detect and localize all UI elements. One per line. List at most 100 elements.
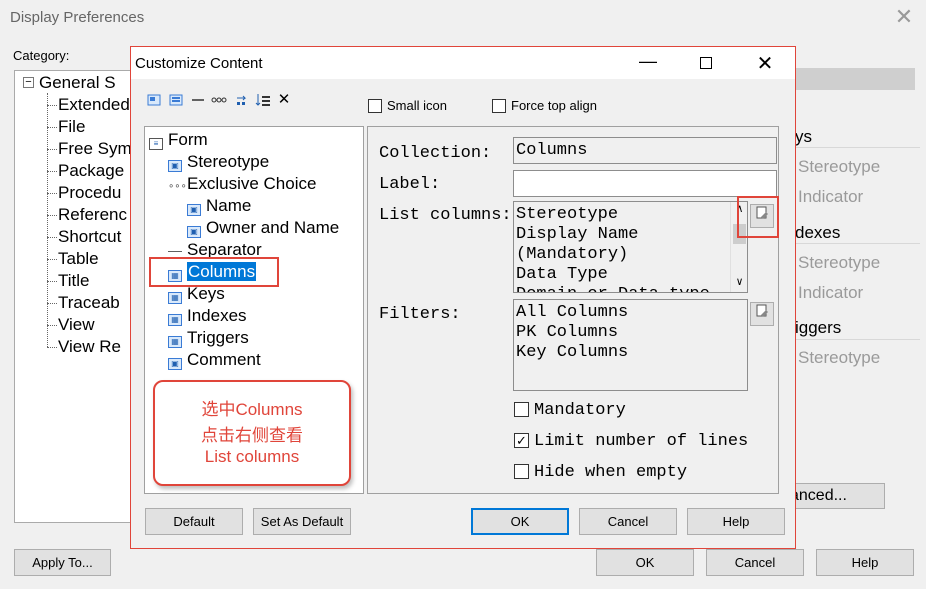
- tree-item[interactable]: Title: [58, 271, 90, 291]
- collection-field: Columns: [513, 137, 777, 164]
- tree-branch: [47, 347, 57, 348]
- add-item-icon[interactable]: [147, 93, 161, 107]
- field-keys-stereotype: Stereotype: [798, 157, 881, 176]
- divider: [795, 243, 920, 244]
- list-item[interactable]: Key Columns: [516, 343, 628, 363]
- attribute-icon: ▣: [168, 160, 182, 172]
- tree-item[interactable]: View Re: [58, 337, 121, 357]
- filters-list[interactable]: All Columns PK Columns Key Columns: [513, 299, 748, 391]
- tree-item-comment[interactable]: ▣ Comment: [168, 350, 261, 370]
- tree-branch: [47, 149, 57, 150]
- tree-item[interactable]: View: [58, 315, 95, 335]
- small-icon-checkbox[interactable]: [368, 99, 382, 113]
- tree-item[interactable]: Procedu: [58, 183, 121, 203]
- attribute-icon: ▣: [187, 204, 201, 216]
- tree-branch: [47, 105, 57, 106]
- divider: [795, 147, 920, 148]
- tree-item[interactable]: Shortcut: [58, 227, 121, 247]
- list-item[interactable]: (Mandatory): [516, 245, 628, 265]
- filters-label: Filters:: [379, 305, 461, 324]
- tree-item[interactable]: Package: [58, 161, 124, 181]
- choice-icon[interactable]: [211, 93, 227, 107]
- callout-text: 点击右侧查看: [201, 426, 303, 445]
- list-columns-list[interactable]: Stereotype Display Name (Mandatory) Data…: [513, 201, 748, 293]
- edit-icon: [756, 304, 768, 317]
- scroll-down-icon[interactable]: ∨: [731, 275, 747, 292]
- label-input[interactable]: [513, 170, 777, 197]
- move-icon[interactable]: [235, 93, 249, 107]
- edit-button-highlight-box: [737, 196, 779, 238]
- outer-content-panel: ys Stereotype Indicator dexes Stereotype…: [795, 123, 923, 523]
- tree-item-stereotype[interactable]: ▣ Stereotype: [168, 152, 269, 172]
- default-button[interactable]: Default: [145, 508, 243, 535]
- list-item[interactable]: PK Columns: [516, 323, 618, 343]
- list-item[interactable]: Data Type: [516, 265, 608, 285]
- force-top-align-checkbox[interactable]: [492, 99, 506, 113]
- collection-label: Collection:: [379, 144, 492, 163]
- limit-lines-checkbox[interactable]: ✓: [514, 433, 529, 448]
- customize-content-dialog: Customize Content — ✕ ✕ Small icon Force…: [130, 46, 796, 549]
- tree-item-owner-and-name[interactable]: ▣ Owner and Name: [187, 218, 339, 238]
- mandatory-checkbox[interactable]: [514, 402, 529, 417]
- choice-icon: ∘∘∘: [168, 181, 187, 192]
- sort-icon[interactable]: [255, 93, 270, 107]
- content-toolbar: ✕: [147, 92, 317, 111]
- tree-item-name[interactable]: ▣ Name: [187, 196, 251, 216]
- label-label: Label:: [379, 175, 441, 194]
- tree-item[interactable]: Free Sym: [58, 139, 132, 159]
- collapse-icon[interactable]: −: [23, 77, 34, 88]
- tree-branch: [47, 193, 57, 194]
- tree-branch: [47, 215, 57, 216]
- close-icon[interactable]: ✕: [893, 6, 915, 28]
- tree-item[interactable]: Traceab: [58, 293, 120, 313]
- content-tree[interactable]: ≡ Form ▣ Stereotype ∘∘∘Exclusive Choice ▣ N…: [144, 126, 364, 494]
- tree-item[interactable]: Extended: [58, 95, 130, 115]
- dialog-title: Customize Content: [135, 55, 263, 72]
- tree-branch: [47, 237, 57, 238]
- tree-item[interactable]: Table: [58, 249, 99, 269]
- tree-branch: [47, 303, 57, 304]
- close-icon[interactable]: ✕: [754, 51, 776, 76]
- tree-branch: [47, 127, 57, 128]
- tree-item-general[interactable]: General S: [39, 73, 116, 93]
- section-header-indexes: dexes: [795, 223, 841, 242]
- section-header-triggers: iggers: [795, 318, 842, 337]
- list-item[interactable]: Stereotype: [516, 205, 618, 225]
- tree-item[interactable]: File: [58, 117, 85, 137]
- tree-item-label: Exclusive Choice: [187, 174, 317, 193]
- maximize-icon[interactable]: [700, 57, 712, 69]
- add-group-icon[interactable]: [169, 93, 183, 107]
- tree-item-triggers[interactable]: ▦ Triggers: [168, 328, 249, 348]
- dialog-titlebar: Customize Content — ✕: [131, 47, 795, 79]
- tree-item-keys[interactable]: ▦ Keys: [168, 284, 225, 304]
- form-icon: ≡: [149, 138, 163, 150]
- category-label: Category:: [13, 48, 70, 63]
- tree-item[interactable]: Referenc: [58, 205, 127, 225]
- minimize-icon[interactable]: —: [638, 51, 658, 72]
- tree-item-label: Comment: [187, 350, 261, 369]
- list-item[interactable]: Domain or Data type: [516, 285, 710, 292]
- hide-empty-checkbox[interactable]: [514, 464, 529, 479]
- callout-text: List columns: [204, 447, 300, 466]
- mandatory-label: Mandatory: [534, 401, 626, 420]
- ok-button[interactable]: OK: [471, 508, 569, 535]
- edit-filters-button[interactable]: [750, 302, 774, 326]
- collection-icon: ▦: [168, 314, 182, 326]
- outer-cancel-button[interactable]: Cancel: [706, 549, 804, 576]
- advanced-button[interactable]: anced...: [785, 483, 885, 509]
- tree-item-form[interactable]: ≡ Form: [149, 130, 208, 150]
- list-item[interactable]: All Columns: [516, 303, 628, 323]
- outer-ok-button[interactable]: OK: [596, 549, 694, 576]
- tree-item-exclusive-choice[interactable]: ∘∘∘Exclusive Choice: [168, 174, 316, 194]
- set-as-default-button[interactable]: Set As Default: [253, 508, 351, 535]
- cancel-button[interactable]: Cancel: [579, 508, 677, 535]
- tree-item-label: Triggers: [187, 328, 249, 347]
- list-item[interactable]: Display Name: [516, 225, 638, 245]
- delete-icon[interactable]: ✕: [277, 92, 291, 107]
- apply-to-button[interactable]: Apply To...: [14, 549, 111, 576]
- help-button[interactable]: Help: [687, 508, 785, 535]
- outer-help-button[interactable]: Help: [816, 549, 914, 576]
- tree-branch: [47, 281, 57, 282]
- separator-icon[interactable]: [191, 93, 205, 107]
- tree-item-indexes[interactable]: ▦ Indexes: [168, 306, 247, 326]
